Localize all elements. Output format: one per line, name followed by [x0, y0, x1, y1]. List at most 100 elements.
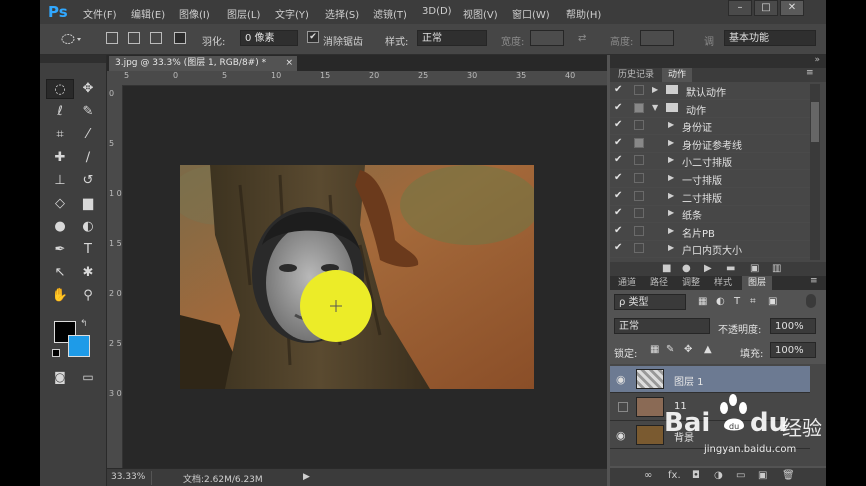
expand-triangle-icon[interactable]: ▶ [668, 191, 674, 200]
filter-pixel-icon[interactable]: ▦ [698, 296, 707, 307]
marquee-preset-icon[interactable] [60, 32, 84, 46]
menu-select[interactable]: 选择(S) [325, 6, 359, 21]
default-colors-icon[interactable] [52, 349, 60, 357]
menu-3d[interactable]: 3D(D) [422, 6, 452, 17]
background-color-swatch[interactable] [68, 335, 90, 357]
tab-history[interactable]: 历史记录 [612, 68, 660, 82]
filter-shape-icon[interactable]: ⌗ [750, 296, 756, 307]
panel-menu-icon[interactable]: ≡ [806, 68, 814, 78]
action-row[interactable]: ✔ ▶ 名片PB [610, 223, 810, 241]
eraser-tool-icon[interactable]: ◇ [46, 194, 74, 214]
menu-edit[interactable]: 编辑(E) [131, 6, 165, 21]
lock-transparent-icon[interactable]: ▦ [650, 344, 659, 355]
brush-tool-icon[interactable]: ∕ [74, 148, 102, 168]
add-mask-icon[interactable]: ◘ [692, 470, 700, 481]
expand-triangle-icon[interactable]: ▼ [652, 103, 658, 112]
swap-icon[interactable]: ⇄ [578, 33, 586, 44]
action-row[interactable]: ✔ ▶ 默认动作 [610, 82, 810, 100]
dialog-toggle-box[interactable] [634, 120, 644, 131]
layer-filter-select[interactable]: ρ 类型 [614, 294, 686, 310]
path-select-tool-icon[interactable]: ↖ [46, 263, 74, 283]
menu-help[interactable]: 帮助(H) [566, 6, 601, 21]
action-row[interactable]: ✔ ▶ 一寸排版 [610, 170, 810, 188]
expand-triangle-icon[interactable]: ▶ [668, 243, 674, 252]
expand-triangle-icon[interactable]: ▶ [668, 226, 674, 235]
dialog-toggle-box[interactable] [634, 190, 644, 201]
menu-window[interactable]: 窗口(W) [512, 6, 550, 21]
action-row[interactable]: ✔ ▶ 身份证参考线 [610, 135, 810, 153]
menu-filter[interactable]: 滤镜(T) [373, 6, 407, 21]
quick-select-tool-icon[interactable]: ✎ [74, 102, 102, 122]
feather-input[interactable]: 0 像素 [240, 30, 298, 46]
trash-icon[interactable]: 🗑 [782, 470, 795, 481]
new-set-icon[interactable]: ▬ [726, 263, 735, 274]
document-tab[interactable]: 3.jpg @ 33.3% (图层 1, RGB/8#) * × [109, 56, 297, 71]
lock-position-icon[interactable]: ✥ [684, 344, 692, 355]
collapse-icon[interactable]: » [814, 55, 820, 65]
shape-tool-icon[interactable]: ✱ [74, 263, 102, 283]
action-enabled-check[interactable]: ✔ [614, 137, 622, 148]
action-row[interactable]: ✔ ▶ 小二寸排版 [610, 152, 810, 171]
layer-name[interactable]: 图层 1 [674, 373, 704, 388]
delete-action-icon[interactable]: ▥ [772, 263, 781, 274]
menu-layer[interactable]: 图层(L) [227, 6, 260, 21]
menu-image[interactable]: 图像(I) [179, 6, 210, 21]
type-tool-icon[interactable]: T [74, 240, 102, 260]
crop-tool-icon[interactable]: ⌗ [46, 125, 74, 145]
action-enabled-check[interactable]: ✔ [614, 84, 622, 95]
eyedropper-tool-icon[interactable]: ⁄ [74, 125, 102, 145]
quick-mask-icon[interactable]: ◙ [46, 367, 74, 387]
action-enabled-check[interactable]: ✔ [614, 154, 622, 165]
expand-triangle-icon[interactable]: ▶ [668, 138, 674, 147]
menu-type[interactable]: 文字(Y) [275, 6, 309, 21]
action-enabled-check[interactable]: ✔ [614, 119, 622, 130]
link-layers-icon[interactable]: ∞ [644, 470, 652, 481]
action-enabled-check[interactable]: ✔ [614, 172, 622, 183]
stop-icon[interactable]: ■ [662, 263, 671, 274]
opacity-input[interactable]: 100% [770, 318, 816, 334]
swap-colors-icon[interactable]: ↰ [80, 319, 88, 329]
tab-channels[interactable]: 通道 [612, 276, 642, 290]
filter-adjust-icon[interactable]: ◐ [716, 296, 725, 307]
new-selection-icon[interactable] [106, 32, 118, 44]
action-enabled-check[interactable]: ✔ [614, 225, 622, 236]
dialog-toggle-box[interactable] [634, 137, 644, 148]
dialog-toggle-box[interactable] [634, 102, 644, 113]
tab-close-icon[interactable]: × [285, 56, 293, 71]
tab-actions[interactable]: 动作 [662, 68, 693, 82]
action-row[interactable]: ✔ ▶ 纸条 [610, 205, 810, 224]
refine-edge-label[interactable]: 调 [704, 33, 714, 48]
close-button[interactable]: ✕ [780, 0, 804, 16]
adjustment-layer-icon[interactable]: ◑ [714, 470, 723, 481]
filter-type-icon[interactable]: T [734, 296, 740, 307]
expand-triangle-icon[interactable]: ▶ [668, 120, 674, 129]
expand-triangle-icon[interactable]: ▶ [668, 173, 674, 182]
stamp-tool-icon[interactable]: ⊥ [46, 171, 74, 191]
minimize-button[interactable]: – [728, 0, 752, 16]
tab-styles[interactable]: 样式 [708, 276, 738, 290]
dodge-tool-icon[interactable]: ◐ [74, 217, 102, 237]
blur-tool-icon[interactable]: ● [46, 217, 74, 237]
expand-triangle-icon[interactable]: ▶ [652, 85, 658, 94]
layers-panel-menu-icon[interactable]: ≡ [810, 276, 818, 286]
dialog-toggle-box[interactable] [634, 243, 644, 254]
action-enabled-check[interactable]: ✔ [614, 102, 622, 113]
action-enabled-check[interactable]: ✔ [614, 242, 622, 253]
dialog-toggle-box[interactable] [634, 173, 644, 183]
filter-toggle[interactable] [806, 294, 816, 308]
style-select[interactable]: 正常 [417, 30, 487, 46]
action-enabled-check[interactable]: ✔ [614, 190, 622, 201]
add-selection-icon[interactable] [128, 32, 140, 44]
antialias-checkbox[interactable]: ✔ [307, 31, 319, 43]
new-group-icon[interactable]: ▭ [736, 470, 745, 481]
lock-all-icon[interactable]: ▲ [704, 344, 712, 355]
action-row[interactable]: ✔ ▶ 二寸排版 [610, 188, 810, 206]
eye-icon[interactable]: ◉ [616, 429, 626, 442]
fx-icon[interactable]: fx. [668, 470, 681, 481]
height-input[interactable] [640, 30, 674, 46]
dialog-toggle-box[interactable] [634, 85, 644, 95]
eye-icon[interactable]: ◉ [616, 373, 626, 386]
workspace-select[interactable]: 基本功能 [724, 30, 816, 46]
healing-brush-tool-icon[interactable]: ✚ [46, 148, 74, 168]
status-menu-arrow-icon[interactable]: ▶ [303, 472, 310, 482]
